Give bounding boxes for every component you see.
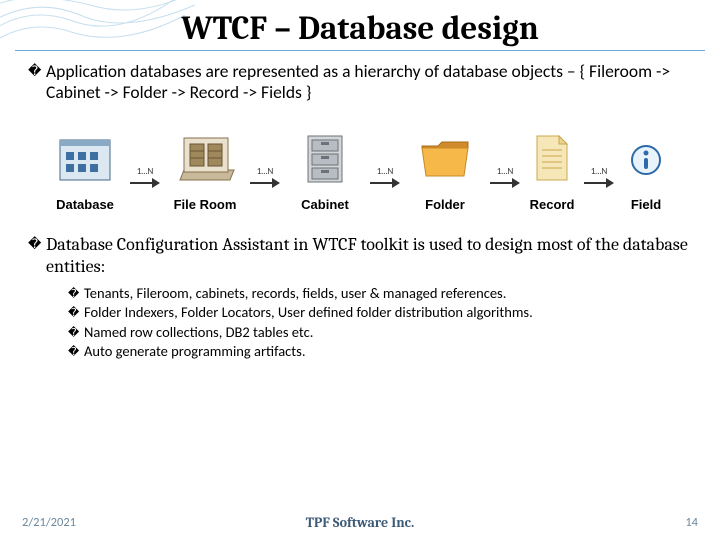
diagram-node-record: Record (524, 130, 580, 212)
footer-org: TPF Software Inc. (0, 514, 720, 531)
bullet-marker: � (68, 323, 84, 342)
arrow-caption: 1…N (497, 166, 514, 177)
hierarchy-diagram: Database 1…N (28, 110, 690, 234)
diagram-node-fileroom: File Room (164, 130, 246, 212)
diagram-node-database: Database (44, 130, 126, 212)
diagram-label-database: Database (44, 197, 126, 212)
slide-footer: 2/21/2021 TPF Software Inc. 14 (0, 515, 720, 530)
arrow-caption: 1…N (591, 166, 608, 177)
diagram-node-cabinet: Cabinet (284, 130, 366, 212)
sub-bullet-1: � Tenants, Fileroom, cabinets, records, … (68, 284, 690, 304)
diagram-arrow-2: 1…N (247, 166, 283, 212)
bullet-marker: � (28, 234, 46, 256)
record-icon (529, 130, 575, 186)
slide-title: WTCF – Database design (0, 0, 720, 48)
bullet-marker: � (28, 61, 46, 83)
diagram-arrow-3: 1…N (367, 166, 403, 212)
diagram-label-fileroom: File Room (164, 197, 246, 212)
sub-bullet-3-text: Named row collections, DB2 tables etc. (84, 323, 313, 343)
diagram-label-field: Field (618, 197, 674, 212)
cabinet-icon (298, 130, 352, 186)
diagram-label-folder: Folder (404, 197, 486, 212)
folder-icon (416, 130, 474, 186)
sub-bullet-2-text: Folder Indexers, Folder Locators, User d… (84, 303, 533, 323)
arrow-caption: 1…N (377, 166, 394, 177)
bullet-2: � Database Configuration Assistant in WT… (28, 234, 690, 278)
sub-bullet-list: � Tenants, Fileroom, cabinets, records, … (68, 284, 690, 362)
diagram-node-field: Field (618, 130, 674, 212)
diagram-node-folder: Folder (404, 130, 486, 212)
database-icon (54, 130, 116, 186)
bullet-marker: � (68, 284, 84, 303)
sub-bullet-4-text: Auto generate programming artifacts. (84, 342, 305, 362)
bullet-2-text: Database Configuration Assistant in WTCF… (46, 234, 690, 278)
bullet-1: � Application databases are represented … (28, 61, 690, 104)
bullet-marker: � (68, 303, 84, 322)
arrow-caption: 1…N (137, 166, 154, 177)
bullet-1-text: Application databases are represented as… (46, 61, 690, 104)
diagram-arrow-4: 1…N (487, 166, 523, 212)
sub-bullet-3: � Named row collections, DB2 tables etc. (68, 323, 690, 343)
diagram-label-record: Record (524, 197, 580, 212)
bullet-marker: � (68, 342, 84, 361)
sub-bullet-1-text: Tenants, Fileroom, cabinets, records, fi… (84, 284, 506, 304)
diagram-label-cabinet: Cabinet (284, 197, 366, 212)
info-icon (627, 130, 665, 186)
arrow-caption: 1…N (257, 166, 274, 177)
diagram-arrow-5: 1…N (581, 166, 617, 212)
fileroom-icon (174, 130, 236, 186)
sub-bullet-4: � Auto generate programming artifacts. (68, 342, 690, 362)
sub-bullet-2: � Folder Indexers, Folder Locators, User… (68, 303, 690, 323)
diagram-arrow-1: 1…N (127, 166, 163, 212)
